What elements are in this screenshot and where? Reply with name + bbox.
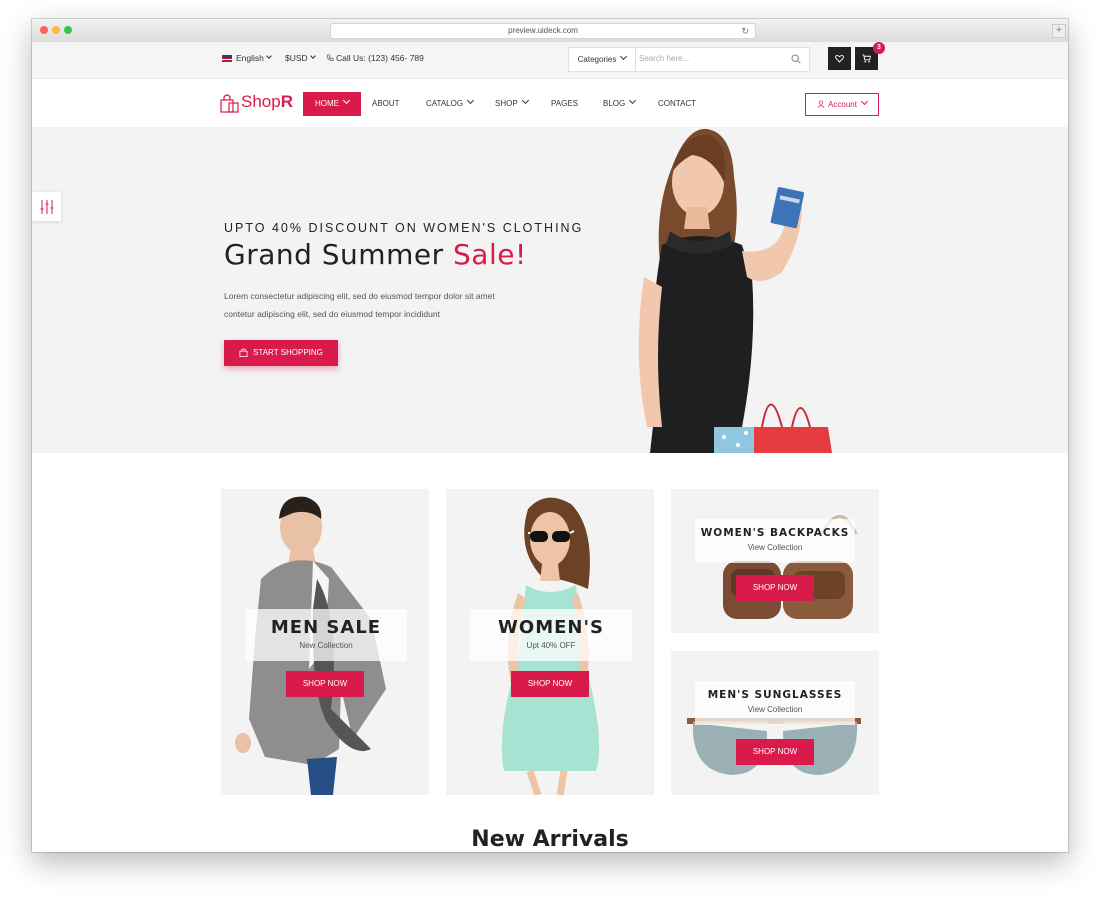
men-sale-label-box: MEN SALE New Collection (245, 609, 407, 661)
collection-card-men-sale[interactable]: MEN SALE New Collection SHOP NOW (221, 489, 429, 795)
chevron-down-icon (266, 53, 272, 59)
search-input[interactable] (639, 48, 779, 69)
chevron-down-icon (620, 52, 628, 61)
nav-shop[interactable]: SHOP (495, 92, 529, 116)
collection-card-mens-sunglasses[interactable]: MEN'S SUNGLASSES View Collection SHOP NO… (671, 651, 879, 795)
sunglasses-label-box: MEN'S SUNGLASSES View Collection (695, 681, 855, 725)
phone-label: Call Us: (123) 456- 789 (336, 53, 424, 63)
nav-contact-label: CONTACT (658, 99, 697, 108)
heart-icon (835, 54, 844, 63)
top-bar: English $USD Call Us: (123) 456- 789 Cat… (32, 42, 1068, 79)
nav-pages-label: PAGES (551, 99, 578, 108)
categories-dropdown[interactable]: Categories (569, 48, 636, 71)
currency-label: $USD (285, 53, 308, 63)
chevron-down-icon (309, 53, 316, 59)
chevron-down-icon (521, 96, 529, 105)
logo-text: ShopR (241, 92, 293, 112)
nav-about[interactable]: ABOUT (372, 92, 400, 116)
browser-window: preview.uideck.com ↻ + English $USD Call… (32, 19, 1068, 852)
start-shopping-label: START SHOPPING (253, 348, 323, 357)
main-nav: ShopR HOME ABOUT CATALOG SHOP PAGES BLOG… (32, 79, 1068, 127)
cart-icon (862, 54, 871, 63)
nav-pages[interactable]: PAGES (551, 92, 578, 116)
phone-icon (326, 54, 334, 61)
shopping-bag-logo-icon (220, 94, 239, 113)
nav-shop-label: SHOP (495, 99, 518, 108)
shop-now-button[interactable]: SHOP NOW (286, 671, 364, 697)
chevron-down-icon (467, 96, 475, 105)
logo-main: Shop (241, 92, 281, 111)
phone-contact: Call Us: (123) 456- 789 (326, 53, 424, 63)
hero-title: Grand Summer Sale! (224, 238, 527, 271)
collection-card-womens[interactable]: WOMEN'S Upt 40% OFF SHOP NOW (446, 489, 654, 795)
address-url: preview.uideck.com (508, 26, 578, 35)
hero-subtitle: UPTO 40% DISCOUNT ON WOMEN'S CLOTHING (224, 221, 584, 235)
men-sale-title: MEN SALE (270, 617, 382, 638)
nav-about-label: ABOUT (372, 99, 400, 108)
nav-home[interactable]: HOME (303, 92, 361, 116)
sunglasses-title: MEN'S SUNGLASSES (707, 689, 843, 701)
categories-label: Categories (577, 55, 617, 64)
browser-titlebar: preview.uideck.com ↻ + (32, 19, 1068, 43)
shop-now-button[interactable]: SHOP NOW (736, 575, 814, 601)
womens-subtitle: Upt 40% OFF (526, 641, 576, 650)
new-arrivals-heading: New Arrivals (471, 827, 629, 852)
wishlist-button[interactable] (828, 47, 851, 70)
currency-selector[interactable]: $USD (285, 53, 316, 63)
minimize-window-button[interactable] (52, 26, 60, 34)
user-icon (817, 100, 825, 108)
backpacks-label-box: WOMEN'S BACKPACKS View Collection (695, 519, 855, 563)
close-window-button[interactable] (40, 26, 48, 34)
collection-card-womens-backpacks[interactable]: WOMEN'S BACKPACKS View Collection SHOP N… (671, 489, 879, 633)
settings-panel-toggle[interactable] (32, 192, 61, 221)
nav-catalog[interactable]: CATALOG (426, 92, 475, 116)
language-selector[interactable]: English (222, 53, 272, 63)
hero-description: Lorem consectetur adipiscing elit, sed d… (224, 287, 524, 323)
chevron-down-icon (860, 97, 868, 106)
nav-home-label: HOME (315, 99, 339, 108)
new-tab-button[interactable]: + (1052, 24, 1066, 38)
search-bar: Categories (568, 47, 810, 72)
hero-title-main: Grand Summer (224, 238, 444, 271)
maximize-window-button[interactable] (64, 26, 72, 34)
account-button[interactable]: Account (805, 93, 879, 116)
womens-label-box: WOMEN'S Upt 40% OFF (470, 609, 632, 661)
account-label: Account (828, 100, 857, 109)
language-label: English (236, 53, 264, 63)
reload-icon[interactable]: ↻ (741, 24, 749, 38)
flag-us-icon (222, 55, 232, 63)
nav-blog[interactable]: BLOG (603, 92, 637, 116)
bag-icon (239, 348, 248, 357)
cart-count-badge: 3 (873, 42, 885, 54)
hero-model-image (638, 128, 832, 453)
backpacks-subtitle: View Collection (747, 543, 803, 552)
chevron-down-icon (342, 96, 351, 105)
sunglasses-subtitle: View Collection (747, 705, 803, 714)
chevron-down-icon (629, 96, 637, 105)
search-icon[interactable] (791, 54, 801, 64)
nav-contact[interactable]: CONTACT (658, 92, 696, 116)
logo-accent: R (280, 92, 293, 111)
hero-title-accent: Sale! (453, 238, 527, 271)
cart-button[interactable]: 3 (855, 42, 885, 70)
settings-sliders-icon (40, 200, 54, 214)
hero-text-line: Lorem consectetur adipiscing elit, sed d… (224, 291, 495, 301)
address-bar[interactable]: preview.uideck.com ↻ (330, 23, 756, 39)
hero-banner: UPTO 40% DISCOUNT ON WOMEN'S CLOTHING Gr… (32, 127, 1068, 453)
backpacks-title: WOMEN'S BACKPACKS (700, 527, 850, 539)
nav-catalog-label: CATALOG (426, 99, 464, 108)
shop-now-button[interactable]: SHOP NOW (511, 671, 589, 697)
hero-text-line: contetur adipiscing elit, sed do eiusmod… (224, 309, 440, 319)
start-shopping-button[interactable]: START SHOPPING (224, 340, 338, 366)
nav-blog-label: BLOG (603, 99, 626, 108)
shop-now-button[interactable]: SHOP NOW (736, 739, 814, 765)
men-sale-subtitle: New Collection (299, 641, 353, 650)
womens-title: WOMEN'S (498, 617, 604, 638)
